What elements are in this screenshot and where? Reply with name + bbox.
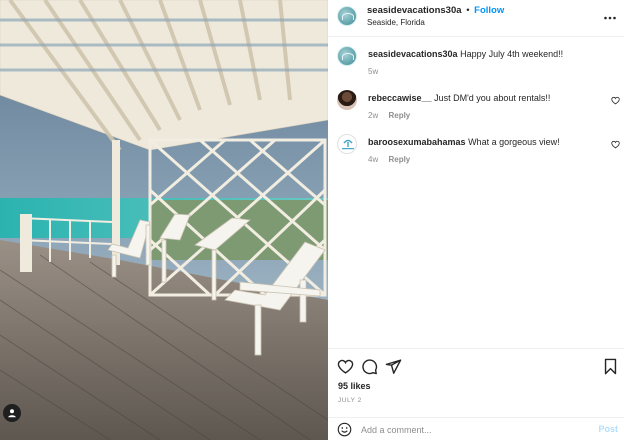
comment-text: Just DM'd you about rentals!!: [434, 93, 551, 103]
post-photo-image: [0, 0, 328, 440]
likes-count[interactable]: 95 likes: [338, 381, 371, 391]
header-user-line: seasidevacations30a • Follow: [367, 5, 504, 16]
comment-text-line: rebeccawise__ Just DM'd you about rental…: [368, 92, 608, 104]
author-avatar[interactable]: [337, 6, 357, 26]
comment-username[interactable]: baroosexumabahamas: [368, 137, 466, 147]
more-options-icon[interactable]: [604, 9, 616, 23]
post-photo[interactable]: [0, 0, 328, 440]
comment-meta: 4w Reply: [368, 155, 410, 164]
caption-text-line: seasidevacations30a Happy July 4th weeke…: [368, 48, 608, 60]
commenter-avatar[interactable]: [337, 134, 357, 154]
save-bookmark-icon[interactable]: [602, 358, 619, 375]
author-username[interactable]: seasidevacations30a: [367, 5, 462, 16]
share-send-icon[interactable]: [385, 358, 402, 375]
like-heart-icon[interactable]: [337, 358, 354, 375]
header-separator: •: [466, 5, 470, 16]
comment-time[interactable]: 4w: [368, 155, 378, 164]
add-comment-bar: Post: [328, 417, 624, 440]
follow-button[interactable]: Follow: [474, 5, 504, 16]
post-header: seasidevacations30a • Follow Seaside, Fl…: [328, 0, 624, 37]
comment-text-line: baroosexumabahamas What a gorgeous view!: [368, 136, 608, 148]
caption-meta: 5w: [368, 67, 378, 76]
like-comment-heart-icon[interactable]: [611, 140, 620, 149]
post-caption: seasidevacations30a Happy July 4th weeke…: [328, 46, 624, 76]
comment-item: baroosexumabahamas What a gorgeous view!…: [328, 134, 624, 164]
post-comment-button[interactable]: Post: [598, 424, 618, 434]
post-location[interactable]: Seaside, Florida: [367, 18, 425, 27]
post-action-bar: [328, 348, 624, 378]
caption-avatar[interactable]: [337, 46, 357, 66]
tagged-user-icon[interactable]: [3, 404, 21, 422]
comment-username[interactable]: rebeccawise__: [368, 93, 432, 103]
comment-meta: 2w Reply: [368, 111, 410, 120]
comment-bubble-icon[interactable]: [361, 358, 378, 375]
instagram-post-modal: seasidevacations30a • Follow Seaside, Fl…: [0, 0, 624, 440]
commenter-avatar[interactable]: [337, 90, 357, 110]
post-date[interactable]: JULY 2: [338, 397, 362, 404]
comment-item: rebeccawise__ Just DM'd you about rental…: [328, 90, 624, 120]
post-side-panel: seasidevacations30a • Follow Seaside, Fl…: [328, 0, 624, 440]
caption-time[interactable]: 5w: [368, 67, 378, 76]
caption-text: Happy July 4th weekend!!: [460, 49, 564, 59]
comment-time[interactable]: 2w: [368, 111, 378, 120]
comment-text: What a gorgeous view!: [468, 137, 560, 147]
caption-username[interactable]: seasidevacations30a: [368, 49, 458, 59]
add-comment-input[interactable]: [361, 421, 581, 438]
reply-button[interactable]: Reply: [388, 155, 410, 164]
like-comment-heart-icon[interactable]: [611, 96, 620, 105]
reply-button[interactable]: Reply: [388, 111, 410, 120]
emoji-smiley-icon[interactable]: [337, 422, 352, 437]
